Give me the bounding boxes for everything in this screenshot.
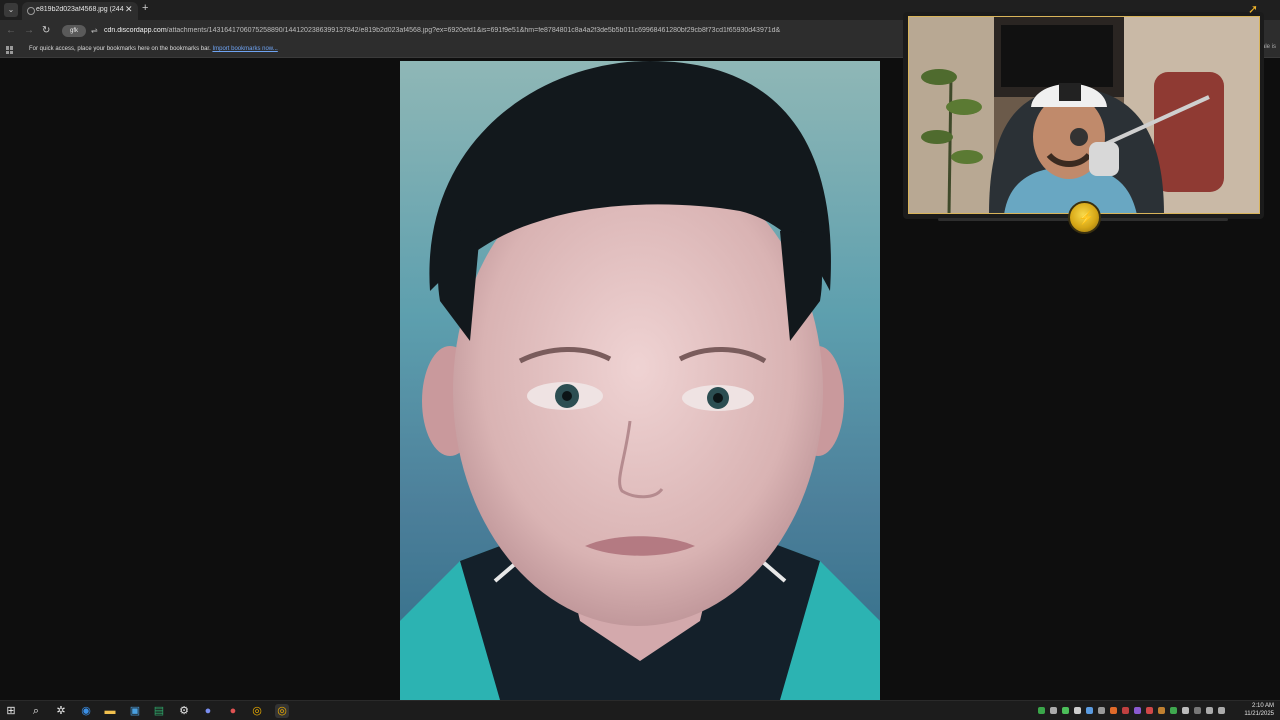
network-icon[interactable]: [1206, 707, 1213, 714]
tray-icon-11[interactable]: [1158, 707, 1165, 714]
clock-date: 11/21/2025: [1244, 711, 1274, 717]
forward-arrow-icon[interactable]: →: [24, 25, 34, 36]
lightning-badge-icon: ⚡: [1068, 201, 1101, 234]
apps-grid-icon[interactable]: [6, 46, 14, 54]
tray-icon-10[interactable]: [1146, 707, 1153, 714]
portrait-image: [400, 61, 880, 700]
settings-icon[interactable]: ⚙: [177, 704, 191, 718]
store-icon[interactable]: ▣: [128, 704, 142, 718]
terminal-icon[interactable]: ▤: [152, 704, 166, 718]
bookmarks-prompt: For quick access, place your bookmarks h…: [29, 46, 278, 52]
profile-chip[interactable]: gfk: [62, 25, 86, 37]
reload-icon[interactable]: ↻: [42, 25, 50, 36]
tray-icon-7[interactable]: [1110, 707, 1117, 714]
side-fragment-text: ale is: [1262, 44, 1277, 50]
chrome-active-icon[interactable]: ◎: [275, 704, 289, 718]
lightning-glyph: ⚡: [1078, 210, 1095, 225]
tray-icon-2[interactable]: [1050, 707, 1057, 714]
clock-time: 2:10 AM: [1251, 703, 1274, 709]
gear-wheel-icon[interactable]: ✲: [54, 704, 68, 718]
windows-taskbar: ⊞ ⌕ ✲ ◉ ▬ ▣ ▤ ⚙ ● ● ◎ ◎ 2:10 AM 11/21/20…: [0, 700, 1280, 720]
url-path: /attachments/1431641706075258890/1441202…: [166, 27, 781, 34]
tray-icon-8[interactable]: [1122, 707, 1129, 714]
app-icon-1[interactable]: ●: [201, 704, 215, 718]
viewed-photo[interactable]: [400, 61, 880, 700]
tray-icon-4[interactable]: [1074, 707, 1081, 714]
start-icon[interactable]: ⊞: [4, 704, 18, 718]
tray-icon-6[interactable]: [1098, 707, 1105, 714]
volume-icon[interactable]: [1218, 707, 1225, 714]
tab-title: e819b2d023af4568.jpg (2448×: [36, 6, 124, 13]
corner-arrow-icon: ➚: [1248, 2, 1259, 16]
tray-icon-1[interactable]: [1038, 707, 1045, 714]
tray-icon-12[interactable]: [1170, 707, 1177, 714]
active-tab[interactable]: e819b2d023af4568.jpg (2448× ✕: [22, 2, 138, 20]
bookmarks-prompt-text: For quick access, place your bookmarks h…: [29, 46, 211, 52]
url-host: cdn.discordapp.com: [104, 27, 167, 34]
tray-close-icon[interactable]: [1194, 707, 1201, 714]
tray-icon-5[interactable]: [1086, 707, 1093, 714]
back-arrow-icon[interactable]: ←: [6, 25, 16, 36]
tab-close-icon[interactable]: ✕: [125, 4, 133, 15]
file-explorer-icon[interactable]: ▬: [103, 704, 117, 718]
microphone-icon[interactable]: [1182, 707, 1189, 714]
webcam-overlay: [908, 16, 1260, 214]
search-icon[interactable]: ⌕: [29, 704, 43, 718]
app-icon-2[interactable]: ●: [226, 704, 240, 718]
import-bookmarks-link[interactable]: Import bookmarks now...: [212, 46, 277, 52]
tray-icon-9[interactable]: [1134, 707, 1141, 714]
tray-icon-3[interactable]: [1062, 707, 1069, 714]
tab-favicon-icon: [27, 7, 35, 15]
site-info-icon[interactable]: ⇌: [91, 26, 98, 35]
streamer-video: [909, 17, 1259, 213]
tab-search-button[interactable]: ⌄: [4, 3, 18, 17]
chrome-icon[interactable]: ◎: [250, 704, 264, 718]
new-tab-button[interactable]: +: [142, 2, 148, 14]
address-bar[interactable]: cdn.discordapp.com/attachments/143164170…: [104, 27, 884, 34]
taskbar-clock[interactable]: 2:10 AM 11/21/2025: [1244, 702, 1274, 718]
edge-icon[interactable]: ◉: [79, 704, 93, 718]
